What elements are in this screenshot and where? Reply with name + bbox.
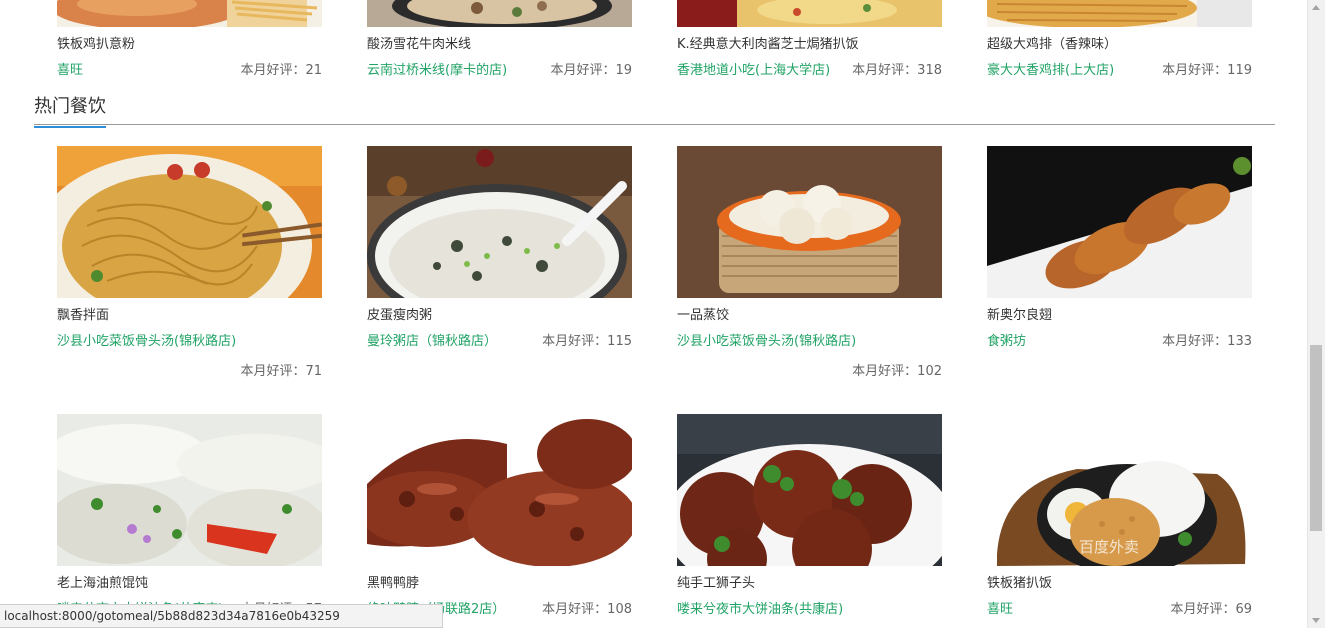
section-divider	[34, 124, 1275, 125]
food-image[interactable]	[57, 146, 322, 298]
shop-link[interactable]: 食粥坊	[987, 330, 1026, 349]
monthly-rating: 本月好评：115	[539, 330, 632, 349]
dish-name[interactable]: 飘香拌面	[57, 304, 109, 323]
food-photo	[987, 0, 1252, 27]
dish-name[interactable]: 酸汤雪花牛肉米线	[367, 33, 471, 52]
dish-name[interactable]: 铁板鸡扒意粉	[57, 33, 135, 52]
food-photo	[987, 146, 1252, 298]
scrollbar-thumb[interactable]	[1310, 345, 1322, 531]
food-image[interactable]	[677, 146, 942, 298]
food-photo	[677, 146, 942, 298]
monthly-rating: 本月好评：108	[539, 598, 632, 617]
food-image[interactable]	[677, 0, 942, 27]
monthly-rating: 本月好评：71	[237, 360, 322, 379]
dish-name[interactable]: 新奥尔良翅	[987, 304, 1052, 323]
shop-link[interactable]: 喜旺	[57, 59, 83, 78]
food-photo	[677, 0, 942, 27]
food-image[interactable]	[677, 414, 942, 566]
monthly-rating: 本月好评：21	[237, 59, 322, 78]
food-image[interactable]	[987, 0, 1252, 27]
food-image[interactable]: 百度外卖	[987, 414, 1252, 566]
scroll-down-arrow-icon[interactable]	[1312, 618, 1320, 623]
browser-status-url: localhost:8000/gotomeal/5b88d823d34a7816…	[0, 604, 443, 628]
food-image[interactable]	[367, 146, 632, 298]
shop-link[interactable]: 香港地道小吃(上海大学店)	[677, 59, 830, 78]
shop-link[interactable]: 喜旺	[987, 598, 1013, 617]
food-photo	[57, 414, 322, 566]
food-photo	[57, 0, 322, 27]
shop-link[interactable]: 喽来兮夜市大饼油条(共康店)	[677, 598, 843, 617]
food-image[interactable]	[57, 0, 322, 27]
food-photo: 百度外卖	[987, 414, 1252, 566]
food-photo	[367, 414, 632, 566]
dish-name[interactable]: 黑鸭鸭脖	[367, 572, 419, 591]
vertical-scrollbar[interactable]	[1307, 0, 1325, 628]
dish-name[interactable]: 超级大鸡排（香辣味）	[987, 33, 1117, 52]
monthly-rating: 本月好评：102	[849, 360, 942, 379]
dish-name[interactable]: K.经典意大利肉酱芝士焗猪扒饭	[677, 33, 859, 52]
food-image[interactable]	[367, 0, 632, 27]
dish-name[interactable]: 铁板猪扒饭	[987, 572, 1052, 591]
shop-link[interactable]: 云南过桥米线(摩卡的店)	[367, 59, 507, 78]
food-photo	[367, 0, 632, 27]
dish-name[interactable]: 纯手工狮子头	[677, 572, 755, 591]
food-photo	[677, 414, 942, 566]
food-photo	[57, 146, 322, 298]
shop-link[interactable]: 曼玲粥店（锦秋路店）	[367, 330, 497, 349]
monthly-rating: 本月好评：119	[1159, 59, 1252, 78]
shop-link[interactable]: 沙县小吃菜饭骨头汤(锦秋路店)	[57, 330, 236, 349]
monthly-rating: 本月好评：318	[849, 59, 942, 78]
monthly-rating: 本月好评：133	[1159, 330, 1252, 349]
food-photo	[367, 146, 632, 298]
shop-link[interactable]: 豪大大香鸡排(上大店)	[987, 59, 1114, 78]
monthly-rating: 本月好评：19	[547, 59, 632, 78]
dish-name[interactable]: 皮蛋瘦肉粥	[367, 304, 432, 323]
food-image[interactable]	[987, 146, 1252, 298]
scroll-up-arrow-icon[interactable]	[1312, 5, 1320, 10]
monthly-rating: 本月好评：69	[1167, 598, 1252, 617]
watermark: 百度外卖	[1079, 538, 1139, 556]
page: 铁板鸡扒意粉 喜旺 本月好评：21 酸汤雪花牛肉米线 云南过桥米线(摩卡的店) …	[0, 0, 1308, 628]
dish-name[interactable]: 老上海油煎馄饨	[57, 572, 148, 591]
shop-link[interactable]: 沙县小吃菜饭骨头汤(锦秋路店)	[677, 330, 856, 349]
dish-name[interactable]: 一品蒸饺	[677, 304, 729, 323]
food-image[interactable]	[367, 414, 632, 566]
section-title: 热门餐饮	[34, 94, 106, 128]
food-image[interactable]	[57, 414, 322, 566]
